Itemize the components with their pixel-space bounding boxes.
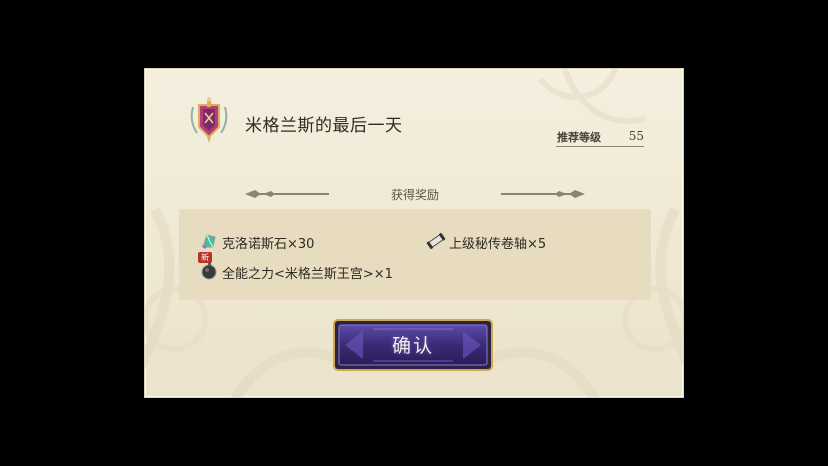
confirm-button-label: 确认	[391, 335, 434, 357]
recommended-level-value: 55	[628, 129, 644, 143]
recommended-level: 推荐等级 55	[556, 127, 644, 147]
reward-label: 上级秘传卷轴×5	[449, 237, 547, 252]
recommended-level-label: 推荐等级	[557, 131, 601, 144]
rewards-header: 获得奖励	[245, 185, 585, 203]
reward-label: 克洛诺斯石×30	[222, 237, 315, 252]
reward-label: 全能之力<米格兰斯王宫>×1	[222, 267, 393, 282]
reward-list: 克洛诺斯石×30 上级秘传卷轴×5 新 全能之力<米格兰斯王宫>×1	[179, 209, 651, 300]
scroll-icon	[426, 232, 446, 250]
confirm-button[interactable]: 确认	[333, 319, 493, 371]
bomb-icon	[201, 263, 217, 280]
rewards-header-text: 获得奖励	[390, 188, 439, 202]
quest-title: 米格兰斯的最后一天	[245, 116, 403, 136]
crystal-icon	[201, 234, 216, 249]
quest-emblem-icon	[190, 97, 228, 143]
quest-complete-dialog: 米格兰斯的最后一天 推荐等级 55 获得奖励 克洛诺斯石×30 上级秘传卷轴×5…	[144, 68, 684, 398]
